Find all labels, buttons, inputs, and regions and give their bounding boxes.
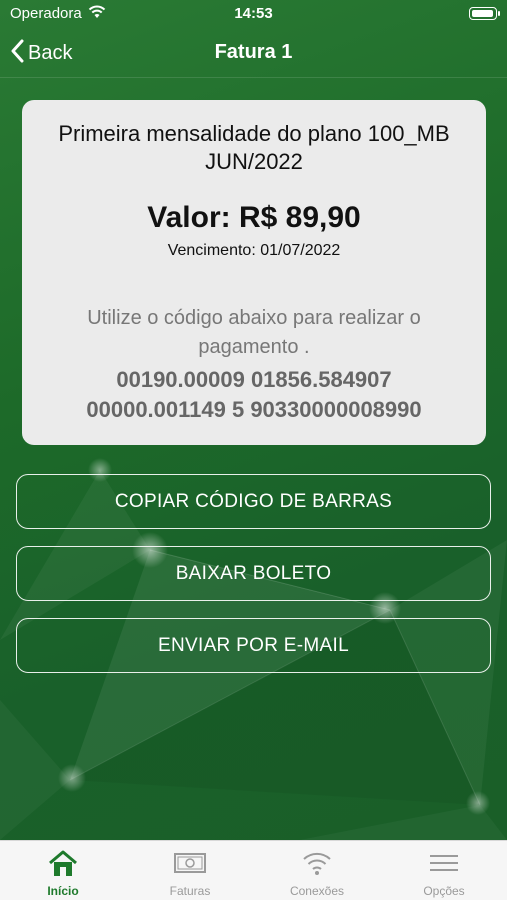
plan-month: JUN/2022: [205, 149, 303, 174]
invoice-card: Primeira mensalidade do plano 100_MB JUN…: [22, 100, 486, 445]
page-title: Fatura 1: [214, 41, 293, 63]
tab-opcoes[interactable]: Opções: [381, 841, 507, 900]
clock-time: 14:53: [234, 5, 273, 22]
tab-conexoes[interactable]: Conexões: [254, 841, 380, 900]
tab-conexoes-label: Conexões: [289, 884, 345, 898]
download-boleto-button[interactable]: BAIXAR BOLETO: [16, 546, 491, 601]
invoice-amount: Valor: R$ 89,90: [147, 201, 361, 234]
menu-icon: [428, 849, 460, 877]
barcode-line-2: 00000.001149 5 90330000008990: [86, 397, 422, 422]
tab-inicio-label: Início: [47, 884, 79, 898]
plan-name: Primeira mensalidade do plano 100_MB: [58, 121, 450, 146]
barcode-line-1: 00190.00009 01856.584907: [116, 367, 392, 392]
status-bar: Operadora 14:53: [0, 0, 507, 28]
navigation-bar: Back Fatura 1: [0, 28, 507, 78]
tab-faturas[interactable]: Faturas: [127, 841, 253, 900]
banknote-icon: [174, 849, 206, 877]
tab-opcoes-label: Opções: [423, 884, 465, 898]
tab-faturas-label: Faturas: [169, 884, 211, 898]
home-icon: [47, 849, 79, 877]
payment-instruction: Utilize o código abaixo para realizar o …: [87, 307, 421, 358]
wifi-icon: [301, 849, 333, 877]
copy-barcode-button[interactable]: COPIAR CÓDIGO DE BARRAS: [16, 474, 491, 529]
tab-inicio[interactable]: Início: [0, 841, 126, 900]
send-email-button[interactable]: ENVIAR POR E-MAIL: [16, 618, 491, 673]
battery-icon: [469, 7, 500, 20]
due-date: Vencimento: 01/07/2022: [167, 242, 341, 259]
tab-bar: Início Faturas Conexões Opções: [0, 840, 507, 900]
